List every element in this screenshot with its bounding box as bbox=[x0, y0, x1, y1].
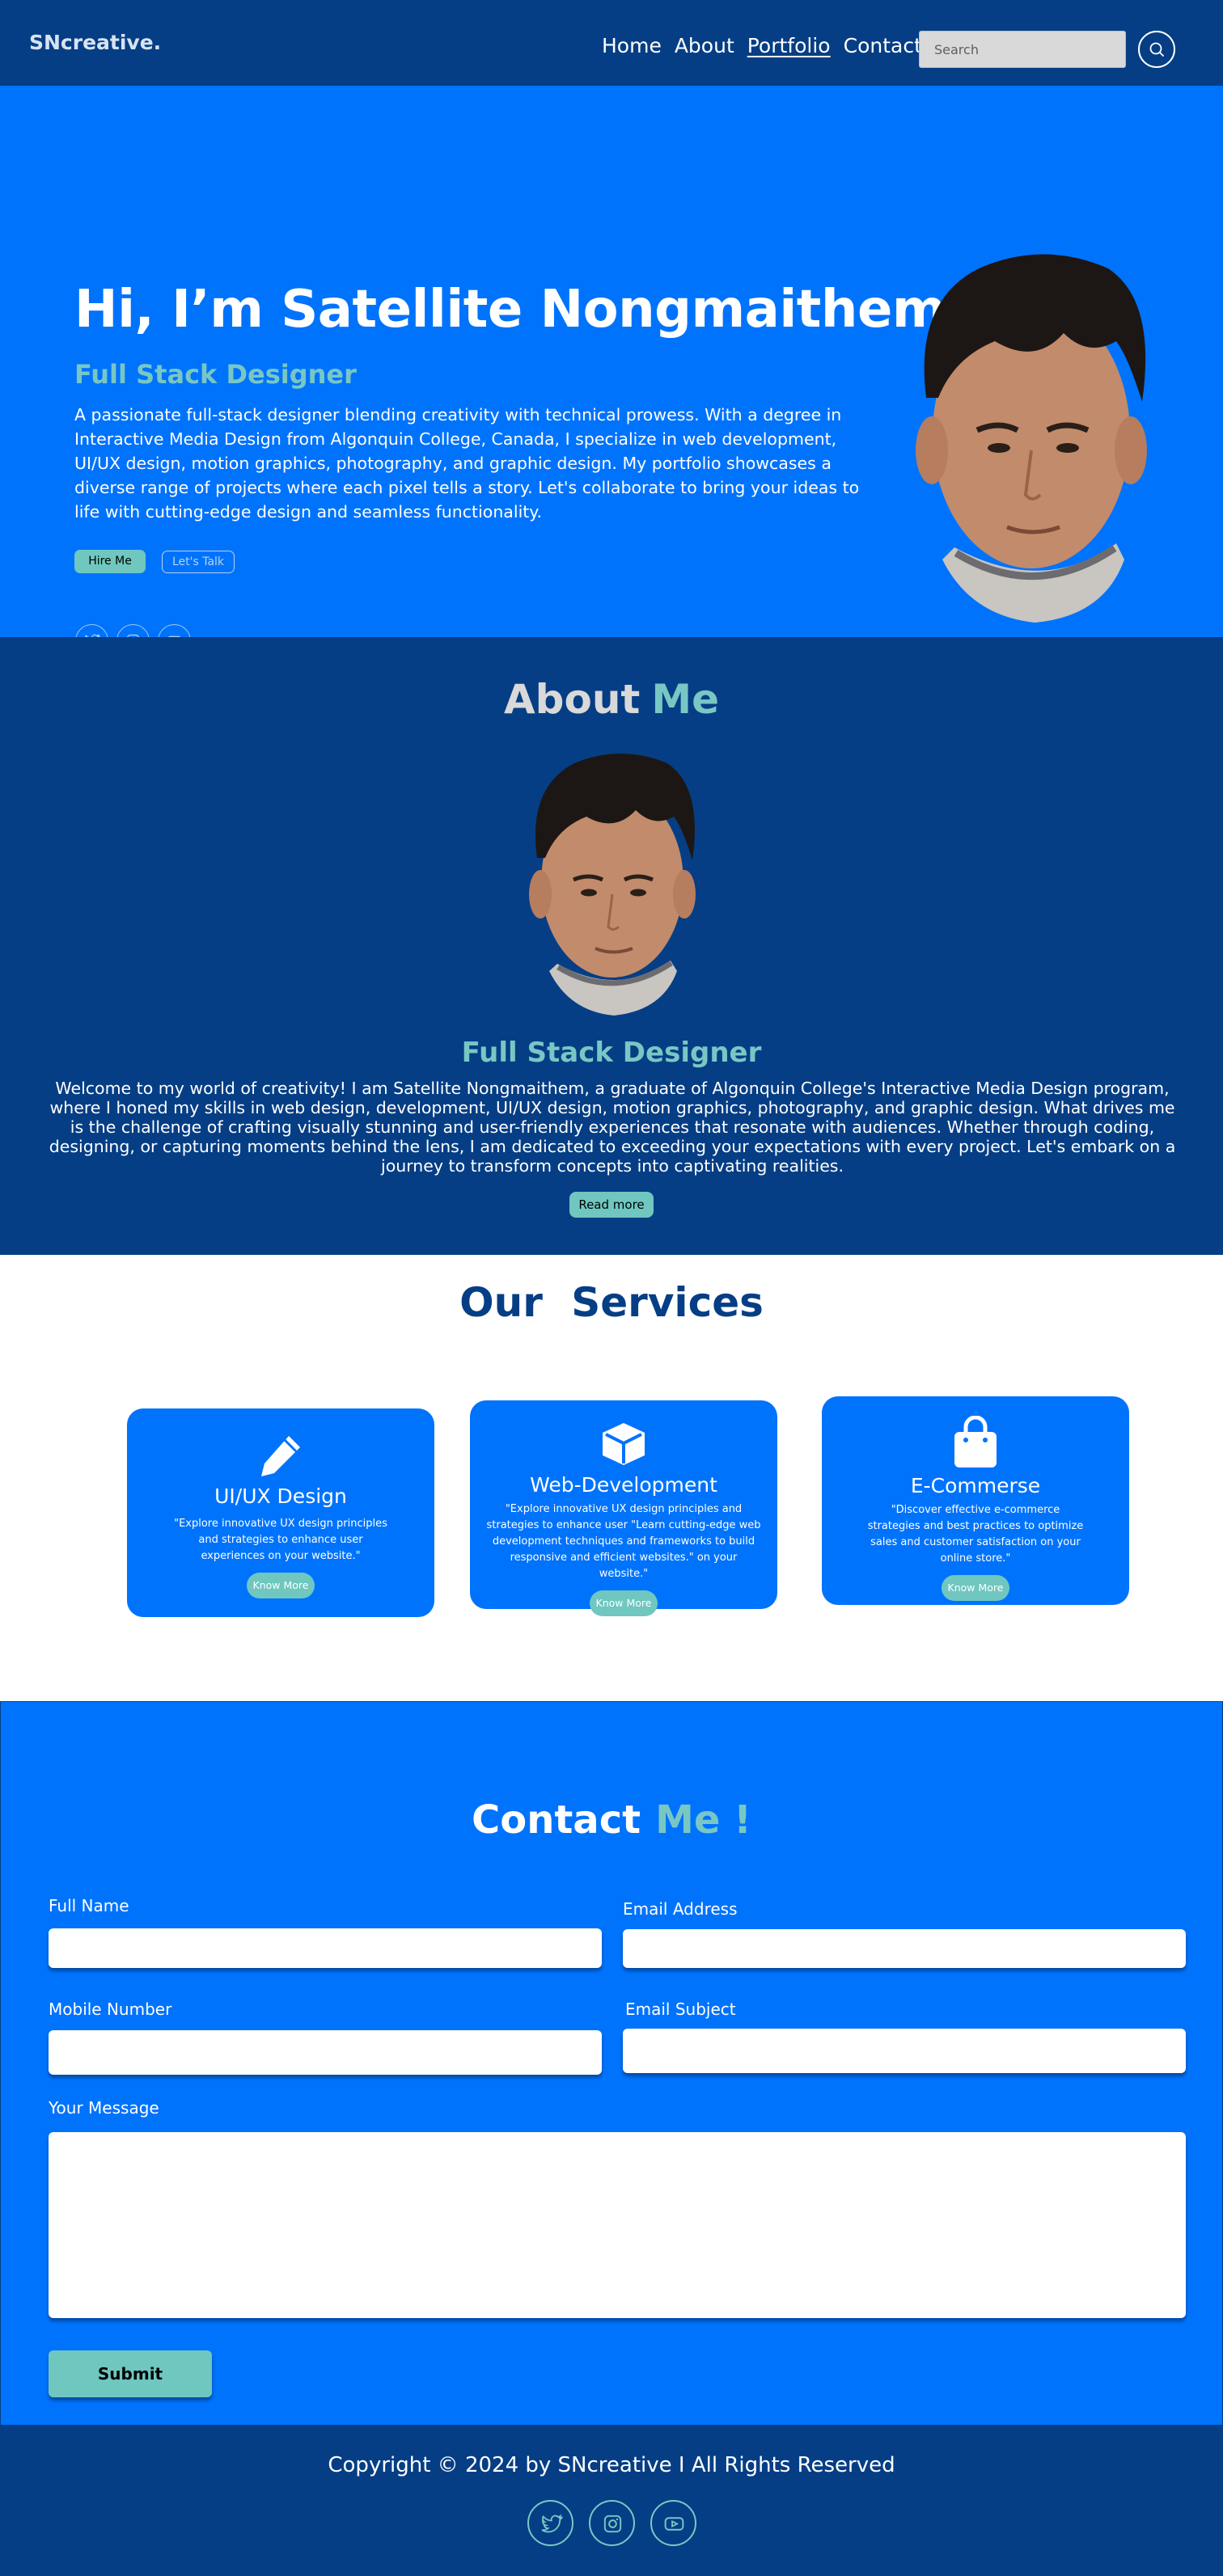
box-icon bbox=[603, 1423, 645, 1465]
brand-logo[interactable]: SNcreative. bbox=[29, 31, 161, 54]
about-title: About Me bbox=[0, 676, 1223, 723]
service-title: Web-Development bbox=[530, 1473, 717, 1497]
nav-link-contact[interactable]: Contact bbox=[844, 34, 922, 57]
about-role: Full Stack Designer bbox=[461, 1037, 762, 1069]
service-description: "Explore innovative UX design principles… bbox=[174, 1518, 387, 1562]
shopping-bag-icon bbox=[954, 1416, 997, 1467]
copyright-text: Copyright © 2024 by SNcreative I All Rig… bbox=[328, 2453, 895, 2477]
know-more-button[interactable]: Know More bbox=[942, 1575, 1009, 1601]
mobile-field[interactable] bbox=[49, 2030, 602, 2075]
search-input[interactable] bbox=[919, 31, 1126, 68]
search-icon bbox=[1149, 42, 1164, 57]
nav-link-about[interactable]: About bbox=[675, 34, 734, 57]
service-description: "Explore innovative UX design principles… bbox=[486, 1503, 761, 1580]
footer-youtube-link[interactable] bbox=[650, 2500, 696, 2546]
hero-intro: A passionate full-stack designer blendin… bbox=[74, 405, 860, 522]
footer-instagram-link[interactable] bbox=[589, 2500, 635, 2546]
hero-subheading: Full Stack Designer bbox=[74, 359, 357, 390]
service-title: E-Commerse bbox=[910, 1474, 1041, 1497]
footer: Copyright © 2024 by SNcreative I All Rig… bbox=[0, 2426, 1223, 2576]
pencil-icon bbox=[261, 1436, 300, 1476]
contact-title-main: Contact bbox=[471, 1797, 641, 1843]
email-label: Email Address bbox=[623, 1899, 738, 1919]
message-label: Your Message bbox=[49, 2098, 159, 2118]
services-section: Our Services UI/UX Design "Explore innov… bbox=[0, 1255, 1223, 1701]
subject-field[interactable] bbox=[623, 2029, 1186, 2073]
nav-link-home[interactable]: Home bbox=[602, 34, 662, 57]
services-title: Our Services bbox=[459, 1279, 764, 1326]
service-card-uiux: UI/UX Design "Explore innovative UX desi… bbox=[127, 1408, 434, 1617]
about-title-main: About bbox=[503, 676, 641, 723]
about-portrait bbox=[529, 754, 696, 1016]
contact-title: Contact Me ! bbox=[1, 1797, 1222, 1843]
about-title-accent: Me bbox=[651, 676, 719, 723]
hero-portrait bbox=[916, 254, 1147, 623]
youtube-icon bbox=[664, 2517, 684, 2531]
subject-label: Email Subject bbox=[625, 2000, 736, 2019]
email-field[interactable] bbox=[623, 1929, 1186, 1968]
footer-social-links bbox=[527, 2500, 696, 2546]
service-title: UI/UX Design bbox=[214, 1484, 347, 1508]
about-section: About Me Full Stack Designer Welcome to m… bbox=[0, 637, 1223, 1255]
mobile-label: Mobile Number bbox=[49, 2000, 172, 2019]
about-body: Welcome to my world of creativity! I am … bbox=[49, 1079, 1176, 1176]
instagram-icon bbox=[603, 2515, 622, 2533]
hire-me-button[interactable]: Hire Me bbox=[74, 550, 146, 573]
lets-talk-button[interactable]: Let's Talk bbox=[162, 551, 235, 573]
service-description: "Discover effective e-commerce strategie… bbox=[867, 1504, 1084, 1565]
search-button[interactable] bbox=[1138, 31, 1175, 68]
read-more-button[interactable]: Read more bbox=[569, 1192, 654, 1218]
service-card-webdev: Web-Development "Explore innovative UX d… bbox=[470, 1400, 777, 1616]
message-field[interactable] bbox=[49, 2132, 1186, 2318]
full-name-label: Full Name bbox=[49, 1896, 129, 1915]
nav-links: Home About Portfolio Contact bbox=[602, 34, 922, 57]
hero-section: Hi, I’m Satellite Nongmaithem Full Stack… bbox=[0, 86, 1223, 657]
contact-title-accent: Me ! bbox=[655, 1797, 752, 1843]
hero-heading: Hi, I’m Satellite Nongmaithem bbox=[74, 280, 946, 340]
nav-link-portfolio[interactable]: Portfolio bbox=[747, 34, 831, 57]
submit-button[interactable]: Submit bbox=[49, 2350, 212, 2397]
twitter-icon bbox=[541, 2514, 563, 2533]
know-more-button[interactable]: Know More bbox=[590, 1590, 658, 1616]
top-navbar: SNcreative. Home About Portfolio Contact bbox=[0, 0, 1223, 86]
know-more-button[interactable]: Know More bbox=[247, 1573, 315, 1598]
service-card-ecommerce: E-Commerse "Discover effective e-commerc… bbox=[822, 1396, 1129, 1605]
contact-section: Contact Me ! Full Name Email Address Mobi… bbox=[0, 1701, 1223, 2426]
full-name-field[interactable] bbox=[49, 1928, 602, 1968]
footer-twitter-link[interactable] bbox=[527, 2500, 573, 2546]
